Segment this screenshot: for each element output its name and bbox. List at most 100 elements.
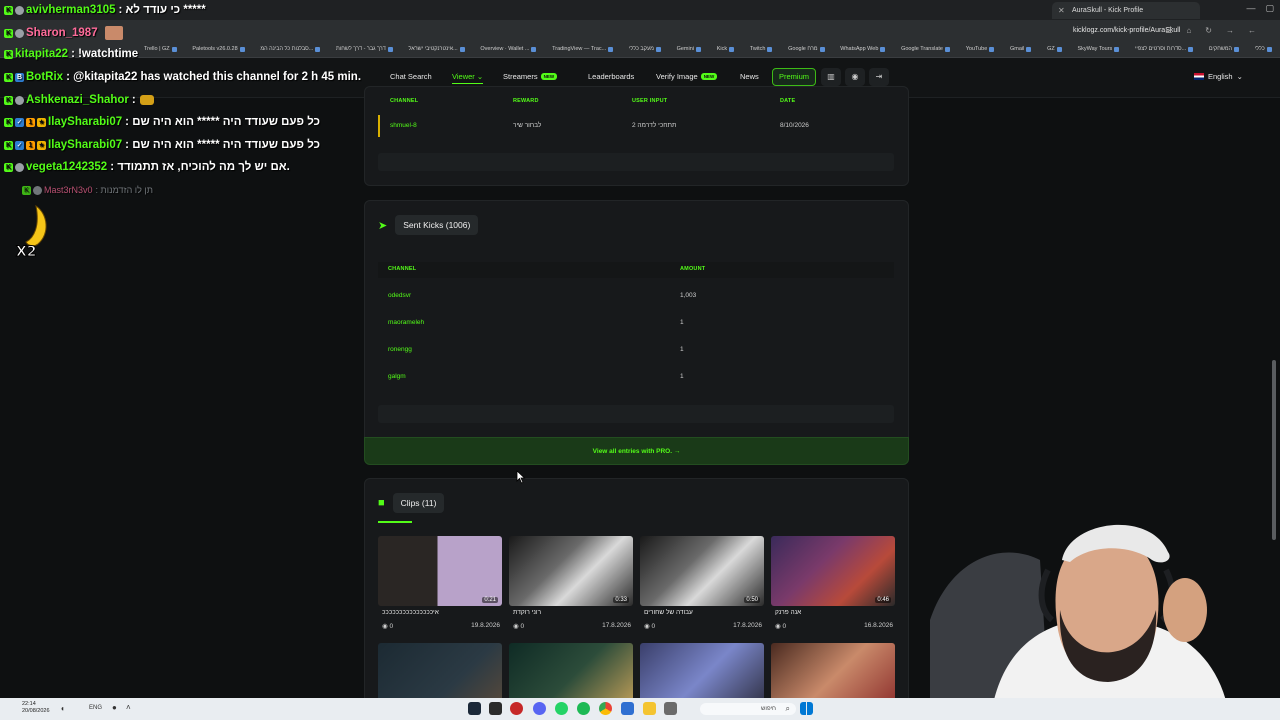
- bookmark-favicon-icon: [1266, 46, 1272, 52]
- bot-badge-icon: B: [15, 72, 24, 82]
- channel-link[interactable]: galgm: [388, 373, 406, 380]
- premium-button[interactable]: Premium: [772, 68, 816, 86]
- bookmark-item[interactable]: Overview · Wallet ...: [480, 46, 537, 52]
- clip-date: 17.8.2026: [602, 622, 631, 629]
- bookmark-favicon-icon: [767, 46, 773, 52]
- chat-message: K avivherman3105 : כי עודד לא *****: [4, 4, 206, 16]
- bookmark-item[interactable]: Google מרח: [788, 46, 825, 52]
- whatsapp-icon[interactable]: [555, 702, 568, 715]
- bookmark-item[interactable]: Kick: [716, 46, 735, 52]
- th-user-input: USER INPUT: [632, 98, 668, 104]
- steam-icon[interactable]: [468, 702, 481, 715]
- bookmark-favicon-icon: [1188, 46, 1194, 52]
- taskbar-clock[interactable]: 22:14 20/08/2026: [22, 701, 50, 715]
- bookmark-favicon-icon: [608, 46, 614, 52]
- clip-date: 19.8.2026: [471, 622, 500, 629]
- eye-icon: ◉: [775, 623, 781, 630]
- language-selector[interactable]: English ⌄: [1194, 72, 1243, 81]
- windows-start-icon[interactable]: [800, 702, 813, 715]
- channel-link[interactable]: odedsvr: [388, 292, 411, 299]
- browser-tab[interactable]: ✕ AuraSkull - Kick Profile: [1052, 2, 1200, 19]
- bookmark-item[interactable]: SkyWay Tours: [1077, 46, 1120, 52]
- nav-viewer[interactable]: Viewer ⌄: [452, 72, 484, 84]
- eye-icon: ◉: [513, 623, 519, 630]
- bookmark-item[interactable]: אינטרנקטיבי ישראל...: [408, 46, 465, 52]
- chevron-up-icon[interactable]: ˄: [126, 703, 131, 712]
- table-row: shmuel-8 לבחור שיר תתחכי לדרמה 2 8/10/20…: [378, 115, 894, 137]
- bookmark-favicon-icon: [459, 46, 465, 52]
- th-date: DATE: [780, 98, 796, 104]
- nav-verify-image[interactable]: Verify Image NEW: [656, 72, 718, 81]
- bookmark-item[interactable]: מעקב כללי: [629, 46, 661, 52]
- reload-icon[interactable]: ↻: [1205, 26, 1212, 35]
- bookmark-label: סדרות וסרטים לצפיי...: [1134, 46, 1187, 52]
- stats-icon[interactable]: ▥: [821, 68, 841, 86]
- app-icon[interactable]: [664, 702, 677, 715]
- th-channel: CHANNEL: [388, 266, 417, 272]
- kick-badge-icon: K: [4, 5, 13, 15]
- tune-icon[interactable]: ☰: [1165, 26, 1172, 35]
- sent-kicks-title: Sent Kicks (1006): [395, 215, 479, 235]
- bookmark-item[interactable]: YouTube: [966, 46, 995, 52]
- kick-badge-icon: K: [4, 28, 13, 38]
- clip-card[interactable]: 0:50 עבודה של שחורים ◉ 0 17.8.2026: [640, 536, 764, 630]
- nav-leaderboards[interactable]: Leaderboards: [588, 72, 634, 81]
- clip-view-count: 0: [782, 623, 787, 630]
- bookmark-item[interactable]: כללי: [1255, 46, 1272, 52]
- mod-badge-icon: [15, 28, 24, 38]
- bookmark-item[interactable]: GZ: [1047, 46, 1062, 52]
- vscode-icon[interactable]: [621, 702, 634, 715]
- clip-title: איכככככככככככככככ: [382, 609, 439, 616]
- nav-streamers[interactable]: Streamers NEW: [503, 72, 558, 81]
- channel-link[interactable]: maorameleh: [388, 319, 424, 326]
- bookmark-item[interactable]: Google Translate: [901, 46, 950, 52]
- forward-icon[interactable]: →: [1226, 26, 1234, 35]
- bookmark-item[interactable]: Gemini: [677, 46, 702, 52]
- bookmark-item[interactable]: TradingView — Trac...: [552, 46, 614, 52]
- bookmark-favicon-icon: [1026, 46, 1032, 52]
- maximize-icon[interactable]: ▢: [1265, 3, 1274, 14]
- gift-badge-icon: ★: [37, 117, 46, 127]
- kick-badge-icon: K: [4, 72, 13, 82]
- bookmark-label: Kick: [716, 46, 728, 52]
- clip-card[interactable]: 0:21 איכככככככככככככככ ◉ 0 19.8.2026: [378, 536, 502, 630]
- clock-date: 20/08/2026: [22, 708, 50, 714]
- channel-link[interactable]: shmuel-8: [390, 122, 417, 129]
- channel-link[interactable]: ronengg: [388, 346, 412, 353]
- bookmark-item[interactable]: המשחקים: [1209, 46, 1240, 52]
- bookmark-item[interactable]: WhatsApp Web: [840, 46, 886, 52]
- clip-card[interactable]: 0:33 רוני רוקדת ◉ 0 17.8.2026: [509, 536, 633, 630]
- login-icon[interactable]: ⇥: [869, 68, 889, 86]
- minimize-icon[interactable]: —: [1246, 3, 1255, 14]
- clip-thumbnail: 0:46: [771, 536, 895, 606]
- discord-icon[interactable]: [533, 702, 546, 715]
- language-label: English: [1208, 72, 1233, 81]
- url-field[interactable]: kicklogz.com/kick-profile/AuraSkull: [1073, 27, 1180, 34]
- spotify-icon[interactable]: [577, 702, 590, 715]
- clip-card[interactable]: 0:46 אנה פרנק ◉ 0 16.8.2026: [771, 536, 895, 630]
- input-language[interactable]: ENG: [89, 705, 102, 711]
- folder-icon[interactable]: [643, 702, 656, 715]
- bookmark-item[interactable]: Gmail: [1010, 46, 1032, 52]
- home-icon[interactable]: ⌂: [1186, 26, 1191, 35]
- taskbar-search[interactable]: חיפוש ⌕: [700, 703, 796, 715]
- terminal-icon[interactable]: [489, 702, 502, 715]
- mod-badge-icon: [33, 185, 42, 195]
- nav-news[interactable]: News: [740, 72, 759, 81]
- bookmark-item[interactable]: סדרות וסרטים לצפיי...: [1134, 46, 1194, 52]
- close-icon[interactable]: ✕: [1058, 6, 1065, 15]
- view-all-pro-button[interactable]: View all entries with PRO. →: [364, 437, 909, 465]
- kick-badge-icon: K: [22, 185, 31, 195]
- speaker-icon[interactable]: ◖: [60, 704, 65, 713]
- user-input-cell: תתחכי לדרמה 2: [632, 122, 677, 129]
- date-cell: 8/10/2026: [780, 122, 809, 129]
- record-icon[interactable]: [510, 702, 523, 715]
- discord-icon[interactable]: ◉: [845, 68, 865, 86]
- nav-chat-search[interactable]: Chat Search: [390, 72, 432, 81]
- svg-text:X2: X2: [16, 244, 37, 260]
- chrome-icon[interactable]: [599, 702, 612, 715]
- back-icon[interactable]: ←: [1248, 26, 1256, 35]
- microphone-icon[interactable]: ●: [112, 703, 117, 712]
- chevron-down-icon: ⌄: [1236, 72, 1243, 81]
- bookmark-item[interactable]: Twitch: [750, 46, 773, 52]
